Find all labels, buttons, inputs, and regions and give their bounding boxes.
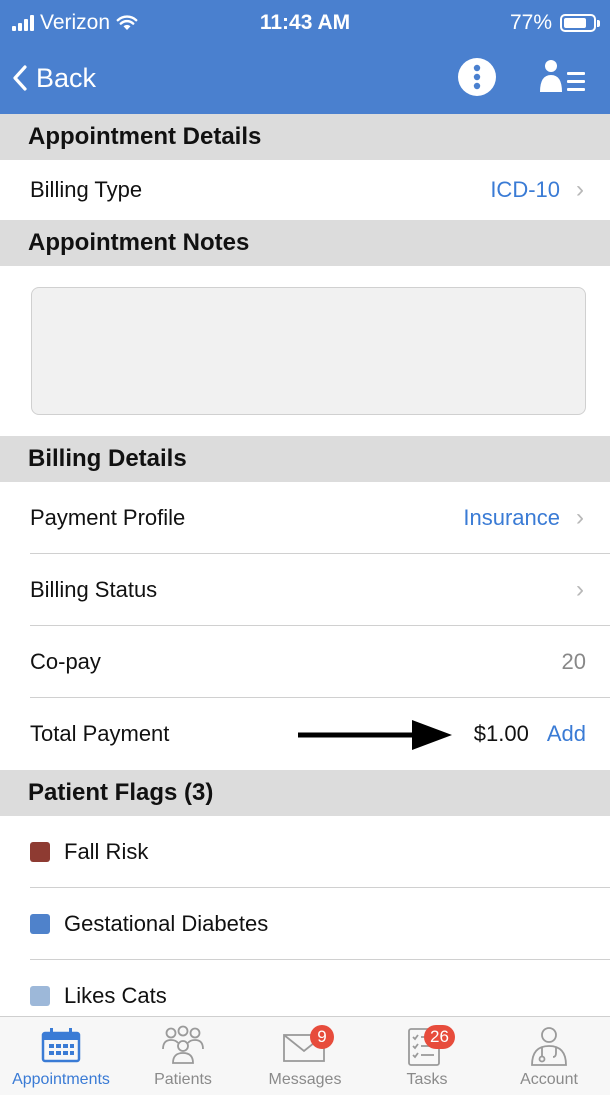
chevron-right-icon: › — [576, 504, 584, 531]
tab-patients[interactable]: Patients — [122, 1017, 244, 1095]
payment-profile-value: Insurance — [463, 505, 560, 530]
tab-label: Patients — [154, 1071, 212, 1088]
copay-row[interactable]: Co-pay 20 — [0, 626, 610, 698]
flag-label: Fall Risk — [64, 839, 149, 864]
tab-label: Account — [520, 1071, 578, 1088]
tab-messages[interactable]: 9 Messages — [244, 1017, 366, 1095]
more-vertical-icon — [458, 58, 496, 96]
notes-container — [0, 266, 610, 436]
flag-color-swatch — [30, 986, 50, 1006]
billing-type-label: Billing Type — [30, 177, 143, 202]
patient-flags-list: Fall Risk Gestational Diabetes Likes Cat… — [0, 816, 610, 1032]
billing-status-row[interactable]: Billing Status › — [0, 554, 610, 626]
tab-label: Appointments — [12, 1071, 110, 1088]
appointment-content: Appointment Details Billing Type ICD-10 … — [0, 114, 610, 1032]
arrow-right-icon — [298, 720, 452, 750]
copay-label: Co-pay — [30, 649, 101, 674]
tab-appointments[interactable]: Appointments — [0, 1017, 122, 1095]
tasks-badge: 26 — [424, 1025, 455, 1049]
messages-badge: 9 — [310, 1025, 334, 1049]
chevron-right-icon: › — [576, 176, 584, 203]
tab-tasks[interactable]: 26 Tasks — [366, 1017, 488, 1095]
chevron-right-icon: › — [576, 576, 584, 603]
payment-profile-row[interactable]: Payment Profile Insurance › — [0, 482, 610, 554]
total-payment-amount: $1.00 — [473, 721, 529, 746]
section-appointment-details: Appointment Details — [0, 114, 610, 160]
battery-percent: 77% — [509, 11, 552, 34]
billing-status-label: Billing Status — [30, 577, 158, 602]
more-options-button[interactable] — [457, 57, 497, 97]
section-appointment-notes: Appointment Notes — [0, 220, 610, 266]
add-payment-button[interactable]: Add — [547, 721, 586, 747]
back-label: Back — [36, 62, 97, 93]
tab-label: Tasks — [406, 1071, 448, 1088]
patient-profile-button[interactable] — [538, 58, 588, 96]
flag-color-swatch — [30, 842, 50, 862]
copay-value: 20 — [561, 649, 586, 674]
flag-label: Likes Cats — [64, 983, 167, 1008]
chevron-left-icon — [13, 65, 27, 91]
flag-item[interactable]: Gestational Diabetes — [0, 888, 610, 960]
battery-icon — [560, 14, 600, 32]
flag-item[interactable]: Fall Risk — [0, 816, 610, 888]
flag-color-swatch — [30, 914, 50, 934]
tab-label: Messages — [268, 1071, 342, 1088]
person-list-icon — [540, 60, 585, 92]
back-button[interactable]: Back — [12, 58, 96, 98]
billing-type-value: ICD-10 — [490, 177, 560, 202]
patients-icon — [162, 1025, 204, 1064]
appointment-notes-field[interactable] — [31, 287, 586, 415]
flag-label: Gestational Diabetes — [64, 911, 269, 936]
app-header: Verizon 11:43 AM 77% Back — [0, 0, 610, 114]
doctor-icon — [531, 1027, 567, 1066]
section-billing-details: Billing Details — [0, 436, 610, 482]
billing-type-row[interactable]: Billing Type ICD-10 › — [0, 160, 610, 220]
payment-profile-label: Payment Profile — [30, 505, 186, 530]
calendar-icon — [41, 1028, 81, 1063]
total-payment-row: Total Payment $1.00 Add — [0, 698, 610, 770]
tab-account[interactable]: Account — [488, 1017, 610, 1095]
tab-bar: Appointments Patients 9 Messages 26 Task… — [0, 1016, 610, 1095]
section-patient-flags: Patient Flags (3) — [0, 770, 610, 816]
nav-bar: Back — [0, 46, 610, 114]
status-right: 77% — [509, 11, 600, 35]
status-bar: Verizon 11:43 AM 77% — [0, 0, 610, 46]
